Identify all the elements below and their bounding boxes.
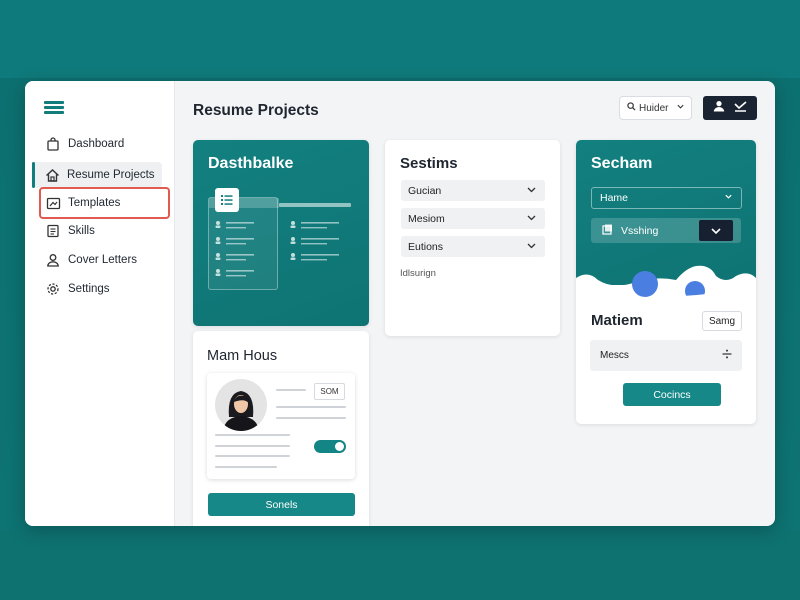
mescs-label: Mescs bbox=[600, 350, 629, 361]
matiem-title: Matiem bbox=[591, 312, 643, 329]
sidebar-item-label: Templates bbox=[68, 197, 121, 209]
search-label: Huider bbox=[639, 102, 669, 114]
check-dropdown-button[interactable] bbox=[699, 220, 733, 241]
hamburger-menu-icon[interactable] bbox=[44, 101, 64, 115]
sestims-card: Sestims Gucian Mesiom Eutions Idlsurign bbox=[385, 140, 560, 336]
background-band-top bbox=[0, 0, 800, 78]
dashboard-card-title: Dasthbalke bbox=[208, 155, 294, 172]
profile-toggle[interactable] bbox=[314, 440, 346, 453]
list-icon bbox=[45, 223, 61, 239]
dropdown-eutions[interactable]: Eutions bbox=[401, 236, 545, 257]
dropdown-label: Gucian bbox=[408, 184, 442, 197]
search-button[interactable]: Huider bbox=[619, 96, 692, 120]
profile-preview: SOM bbox=[207, 373, 355, 479]
secham-card-title: Secham bbox=[591, 155, 653, 172]
chevron-down-icon bbox=[526, 212, 537, 226]
sidebar-item-cover-letters[interactable]: Cover Letters bbox=[33, 247, 163, 273]
check-icon bbox=[734, 99, 747, 117]
dropdown-mesiom[interactable]: Mesiom bbox=[401, 208, 545, 229]
user-icon bbox=[713, 99, 725, 117]
secondary-document-illustration bbox=[279, 203, 351, 207]
chevron-down-icon bbox=[526, 184, 537, 198]
sidebar-item-dashboard[interactable]: Dashboard bbox=[33, 131, 163, 157]
dropdown-label: Eutions bbox=[408, 240, 444, 253]
search-icon bbox=[627, 102, 636, 114]
sidebar-item-resume-projects[interactable]: Resume Projects bbox=[32, 162, 162, 188]
profile-badge: SOM bbox=[314, 383, 345, 400]
divide-icon bbox=[722, 349, 732, 362]
sidebar-item-label: Skills bbox=[68, 225, 95, 237]
sidebar-item-label: Dashboard bbox=[68, 138, 125, 150]
wave-decoration bbox=[576, 265, 756, 300]
bag-icon bbox=[45, 136, 61, 152]
page-title: Resume Projects bbox=[193, 102, 319, 119]
secham-card: Secham Hame Vsshing Matiem Samg Mescs Co… bbox=[576, 140, 756, 424]
dropdown-gucian[interactable]: Gucian bbox=[401, 180, 545, 201]
vsshing-item[interactable]: Vsshing bbox=[591, 218, 741, 243]
file-icon bbox=[602, 224, 613, 238]
gear-icon bbox=[45, 281, 61, 297]
user-menu-button[interactable] bbox=[703, 96, 757, 120]
chevron-down-icon bbox=[724, 192, 733, 204]
mescs-row[interactable]: Mescs bbox=[590, 340, 742, 371]
chevron-down-icon bbox=[526, 240, 537, 254]
sidebar-item-settings[interactable]: Settings bbox=[33, 276, 163, 302]
dashboard-card[interactable]: Dasthbalke bbox=[193, 140, 369, 326]
avatar bbox=[215, 379, 267, 431]
templates-icon bbox=[45, 195, 61, 211]
sonels-button[interactable]: Sonels bbox=[208, 493, 355, 516]
home-icon bbox=[44, 167, 60, 183]
background-band-bottom bbox=[0, 530, 800, 600]
dropdown-label: Mesiom bbox=[408, 212, 445, 225]
person-icon bbox=[45, 252, 61, 268]
app-window: Dashboard Resume Projects Templates Skil… bbox=[25, 81, 775, 526]
sidebar-item-label: Settings bbox=[68, 283, 110, 295]
list-badge-icon bbox=[215, 188, 239, 212]
sidebar-item-skills[interactable]: Skills bbox=[33, 218, 163, 244]
hame-select[interactable]: Hame bbox=[591, 187, 742, 209]
cocincs-button[interactable]: Cocincs bbox=[623, 383, 721, 406]
sestims-footer-text: Idlsurign bbox=[400, 268, 436, 279]
profile-card-title: Mam Hous bbox=[207, 348, 278, 364]
sidebar-item-label: Resume Projects bbox=[67, 169, 155, 181]
sestims-card-title: Sestims bbox=[400, 155, 458, 172]
sidebar-item-label: Cover Letters bbox=[68, 254, 138, 266]
sidebar: Dashboard Resume Projects Templates Skil… bbox=[25, 81, 175, 526]
hame-select-value: Hame bbox=[600, 192, 629, 204]
profile-card: Mam Hous SOM Sonels bbox=[193, 331, 369, 526]
sidebar-item-templates[interactable]: Templates bbox=[39, 187, 170, 219]
chevron-down-icon bbox=[676, 102, 685, 114]
vsshing-label: Vsshing bbox=[621, 224, 659, 237]
samg-badge[interactable]: Samg bbox=[702, 311, 742, 331]
